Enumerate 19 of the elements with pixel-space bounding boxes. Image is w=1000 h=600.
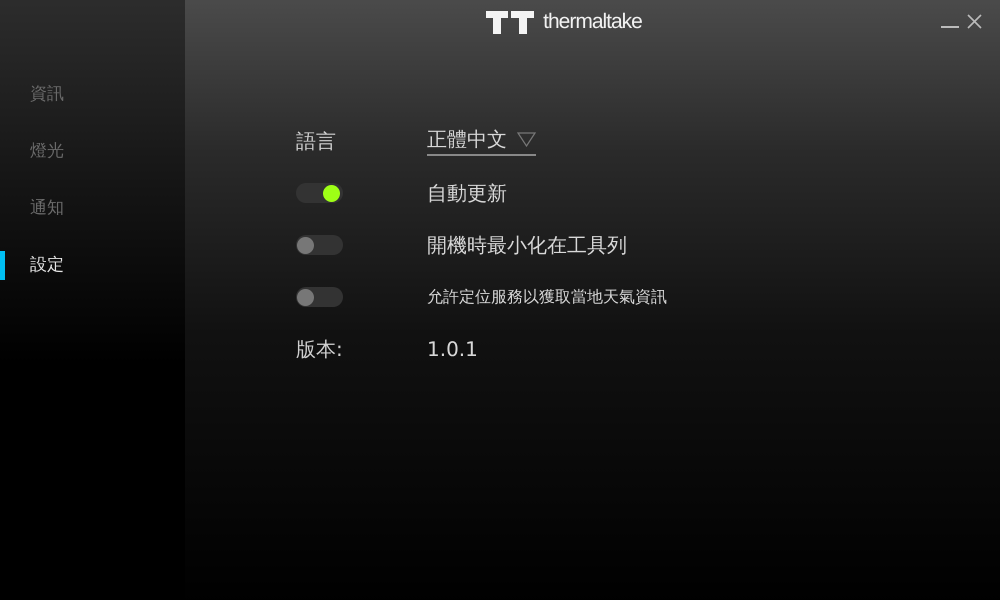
sidebar-item[interactable]: 燈光 [30, 138, 64, 162]
close-icon[interactable] [967, 14, 982, 29]
brand-name: thermaltake [543, 10, 642, 34]
setting-label: 版本: [296, 336, 343, 362]
setting-label: 自動更新 [427, 180, 507, 206]
toggle-switch[interactable] [296, 235, 343, 255]
sidebar-item[interactable]: 設定 [30, 252, 64, 276]
setting-label: 允許定位服務以獲取當地天氣資訊 [427, 286, 667, 308]
caret-icon [517, 132, 536, 147]
sidebar-item[interactable]: 通知 [30, 196, 64, 218]
setting-label: 語言 [296, 128, 336, 154]
logo-icon [486, 10, 534, 34]
sidebar-item[interactable]: 資訊 [30, 82, 64, 104]
minimize-icon[interactable] [941, 26, 959, 29]
version-number: 1.0.1 [427, 337, 478, 361]
toggle-switch[interactable] [296, 287, 343, 307]
toggle-switch[interactable] [296, 183, 343, 203]
setting-label: 開機時最小化在工具列 [427, 232, 627, 258]
language-dropdown[interactable]: 正體中文 [427, 126, 536, 156]
